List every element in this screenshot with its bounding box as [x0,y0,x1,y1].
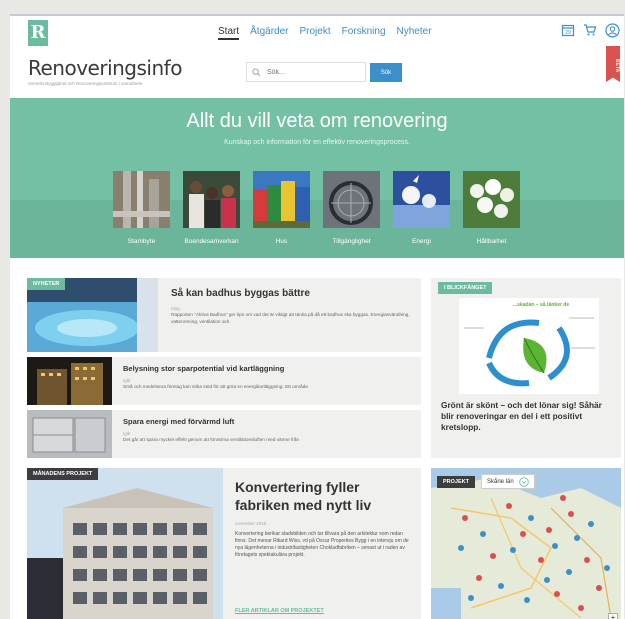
site-subtitle: Svenskt Byggtjänst och Renoveringscentru… [28,81,143,86]
project-map[interactable]: PROJEKT Skåne län + [431,468,621,619]
news-title[interactable]: Spara energi med förvärmd luft [123,417,234,426]
category-label: Stambyte [127,238,156,245]
hero-banner: Allt du vill veta om renovering Kunskap … [10,98,624,258]
main-nav: Start Åtgärder Projekt Forskning Nyheter [218,26,432,40]
search-icon [247,67,265,77]
svg-text:29: 29 [565,30,571,36]
category-label: Hållbarhet [476,238,507,245]
project-excerpt: Konvertering berikar stadsbilden och tar… [235,531,409,558]
beta-ribbon: BETA [606,46,620,82]
brand-block[interactable]: Renoveringsinfo Svenskt Byggtjänst och R… [28,56,182,86]
news-meta: Igår [123,431,131,436]
spotlight-text[interactable]: Grönt är skönt – och det lönar sig! Såhä… [441,400,613,434]
spotlight-tag: I BLICKFÅNGET [438,282,493,294]
news-excerpt: Rapporten "Aktiva Badhus" ger tips om va… [171,312,410,324]
project-of-month-tag: MÅNADENS PROJEKT [27,468,99,480]
nav-start[interactable]: Start [218,26,240,40]
site-title: Renoveringsinfo [28,56,182,80]
project-map-tag: PROJEKT [437,476,475,488]
category-stambyte[interactable]: Stambyte [113,171,170,245]
news-item[interactable]: NYHETER Så kan badhus byggas bättre Idag… [27,278,421,352]
pipes-image [113,171,170,228]
houses-image [253,171,310,228]
spotlight-card[interactable]: I BLICKFÅNGET ...skadan – så tänker de G… [431,278,621,458]
factory-building-image [27,468,223,619]
hero-subtitle: Kunskap och information för en effektiv … [224,139,410,146]
people-image [183,171,240,228]
category-label: Hus [275,238,288,245]
top-icon-group: 29 [560,22,620,38]
top-navigation-bar: R Start Åtgärder Projekt Forskning Nyhet… [10,16,624,52]
browser-page: R Start Åtgärder Projekt Forskning Nyhet… [10,14,624,619]
wheelchair-image [323,171,380,228]
news-excerpt: Små och medelstora företag kan söka stöd… [123,384,309,389]
news-item[interactable]: Belysning stor sparpotential vid kartläg… [27,357,421,405]
map-zoom-in-button[interactable]: + [608,613,618,619]
news-item[interactable]: Spara energi med förvärmd luft Igår Det … [27,410,421,458]
flowers-image [463,171,520,228]
recycling-leaf-image [459,298,599,394]
site-logo[interactable]: R [28,20,48,46]
nav-forskning[interactable]: Forskning [342,26,386,40]
nav-atgarder[interactable]: Åtgärder [250,26,288,40]
project-title[interactable]: Konvertering fyller fabriken med nytt li… [235,478,415,514]
user-account-icon[interactable] [604,22,620,38]
nav-projekt[interactable]: Projekt [299,26,330,40]
night-building-image [27,357,112,405]
search-box [246,62,366,82]
category-label: Energi [412,238,431,245]
category-list: Stambyte Boendesamverkan Hus Tillgänglig… [113,171,520,245]
chevron-down-icon [518,476,529,487]
news-title[interactable]: Så kan badhus byggas bättre [171,288,310,299]
category-hus[interactable]: Hus [253,171,310,245]
project-date: november 2015 [235,521,267,526]
search-input[interactable] [265,68,361,76]
news-title[interactable]: Belysning stor sparpotential vid kartläg… [123,364,284,373]
news-meta: Idag [171,306,180,311]
category-label: Boendesamverkan [184,238,239,245]
spotlight-image-heading: ...skadan – så tänker de [513,302,570,308]
region-select-value: Skåne län [487,478,514,485]
category-tillganglighet[interactable]: Tillgänglighet [323,171,380,245]
category-label: Tillgänglighet [332,238,371,245]
category-energi[interactable]: Energi [393,171,450,245]
category-boendesamverkan[interactable]: Boendesamverkan [183,171,240,245]
category-hallbarhet[interactable]: Hållbarhet [463,171,520,245]
search-button[interactable]: Sök [370,63,402,82]
hero-title: Allt du vill veta om renovering [186,110,448,132]
energy-image [393,171,450,228]
region-select[interactable]: Skåne län [481,474,535,489]
cart-icon[interactable] [582,22,598,38]
more-articles-link[interactable]: FLER ARTIKLAR OM PROJEKTET [235,608,324,614]
ventilation-unit-image [27,410,112,458]
nav-nyheter[interactable]: Nyheter [397,26,432,40]
calendar-icon[interactable]: 29 [560,22,576,38]
project-of-month-card[interactable]: MÅNADENS PROJEKT Konvertering fyller fab… [27,468,421,619]
news-tag: NYHETER [27,278,66,290]
news-excerpt: Det går att spara mycket effekt genom at… [123,437,300,442]
news-meta: Igår [123,378,131,383]
map-image[interactable] [431,468,621,619]
